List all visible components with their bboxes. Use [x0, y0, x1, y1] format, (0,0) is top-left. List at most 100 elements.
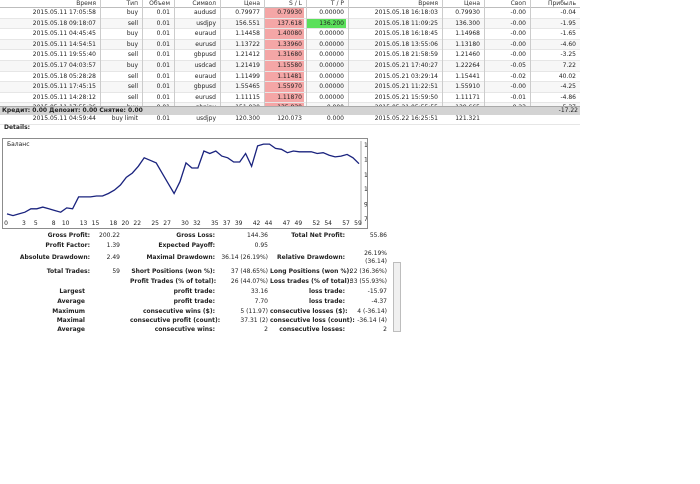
table-cell: -0.00 [510, 19, 526, 27]
table-cell: 0.79930 [455, 9, 480, 16]
maximal-label: Maximal [56, 317, 85, 324]
x-tick-label: 30 [181, 220, 189, 227]
absolute-drawdown-value: 2.49 [106, 254, 120, 261]
x-tick-label: 27 [163, 220, 171, 227]
avg-consecutive-losses-label: consecutive losses: [279, 326, 345, 333]
table-cell: usdcad [194, 61, 216, 69]
table-cell: 2015.05.11 17:45:15 [32, 83, 96, 91]
table-cell: 2015.05.18 11:09:25 [374, 19, 438, 27]
column-header[interactable]: Тип [100, 0, 140, 7]
total-trades-value: 59 [112, 268, 120, 275]
table-cell: 1.21460 [455, 51, 480, 59]
table-row[interactable]: 2015.05.18 09:18:07 sell 0.01 usdjpy 156… [0, 18, 580, 30]
table-cell: 1.15441 [455, 72, 480, 80]
chart-title: Баланс [7, 141, 30, 148]
table-cell: 1.55910 [455, 83, 480, 91]
column-header[interactable]: S / L [264, 0, 304, 7]
loss-trades-label: Loss trades (% of total): [270, 278, 352, 285]
long-positions-value: 22 (36.36%) [349, 268, 387, 275]
avg-consecutive-losses-value: 2 [383, 326, 387, 333]
table-cell: 2015.05.11 14:28:12 [32, 93, 96, 101]
table-row[interactable]: 2015.05.17 04:03:57 buy 0.01 usdcad 1.21… [0, 60, 580, 72]
table-cell: 1.55970 [264, 82, 304, 92]
average-loss-label: loss trade: [308, 298, 345, 305]
column-divider[interactable] [306, 0, 307, 106]
table-cell: 2015.05.18 16:18:45 [374, 30, 438, 38]
x-tick-label: 44 [264, 220, 273, 227]
column-header[interactable]: Объем [142, 0, 172, 7]
table-cell: 1.11870 [264, 92, 304, 103]
column-header[interactable]: Время [0, 0, 98, 7]
table-cell: usdjpy [196, 19, 216, 27]
table-cell: -0.01 [510, 93, 526, 101]
table-cell: 1.40080 [264, 29, 304, 39]
column-header[interactable]: Время [348, 0, 440, 7]
table-cell: -0.02 [510, 72, 526, 80]
table-cell: 0.00000 [319, 9, 344, 16]
column-header[interactable]: Цена [442, 0, 482, 7]
table-cell: 0.01 [156, 30, 170, 38]
table-row[interactable]: 2015.05.11 19:55:40 sell 0.01 gbpusd 1.2… [0, 50, 580, 61]
table-cell: -0.00 [510, 83, 526, 91]
x-tick-label: 5 [33, 220, 38, 227]
column-divider[interactable] [174, 0, 175, 106]
table-cell: 2015.05.11 14:54:51 [32, 40, 96, 48]
column-header[interactable]: T / P [306, 0, 346, 7]
table-cell: buy [126, 61, 138, 69]
column-header[interactable]: Символ [174, 0, 218, 7]
y-tick-label: 111 [364, 186, 367, 193]
column-header[interactable]: Своп [484, 0, 528, 7]
table-cell: 2015.05.18 13:55:06 [374, 40, 438, 48]
column-header[interactable]: Прибыль [530, 0, 578, 7]
table-cell: buy [126, 9, 138, 16]
column-header[interactable]: Цена [220, 0, 262, 7]
table-row[interactable]: 2015.05.11 17:05:58 buy 0.01 audusd 0.79… [0, 8, 580, 19]
table-row[interactable]: 2015.05.11 04:45:45 buy 0.01 euraud 1.14… [0, 29, 580, 40]
column-divider[interactable] [100, 0, 101, 106]
largest-profit-value: 33.16 [250, 288, 268, 295]
stats-scrollbar[interactable] [393, 262, 401, 332]
table-cell: sell [127, 19, 138, 27]
details-heading: Details: [4, 124, 31, 131]
short-positions-value: 37 (48.65%) [230, 268, 268, 275]
column-divider[interactable] [530, 0, 531, 106]
table-row[interactable]: 2015.05.11 14:54:51 buy 0.01 eurusd 1.13… [0, 39, 580, 51]
table-cell: buy [126, 40, 138, 48]
table-cell: 1.21412 [235, 51, 260, 59]
table-cell: -0.04 [560, 9, 576, 16]
maximal-drawdown-value: 36.14 (26.19%) [221, 254, 268, 261]
column-divider[interactable] [142, 0, 143, 106]
table-cell: 0.01 [156, 93, 170, 101]
maximum-label: Maximum [52, 308, 85, 315]
profit-factor-label: Profit Factor: [45, 242, 90, 249]
table-cell: 2015.05.11 17:05:58 [32, 9, 96, 16]
table-cell: 2015.05.17 04:03:57 [32, 61, 96, 69]
table-cell: 1.33960 [264, 39, 304, 50]
table-cell: buy [126, 30, 138, 38]
table-cell: 2015.05.11 04:59:44 [32, 114, 96, 122]
average-profit-label: profit trade: [173, 298, 215, 305]
column-divider[interactable] [264, 0, 265, 106]
table-cell: eurusd [195, 40, 216, 48]
table-header: Время Тип Объем Символ Цена S / L T / P … [0, 0, 580, 8]
x-tick-label: 25 [151, 220, 159, 227]
balance-chart-svg: 163 146 128 111 93 76 [6, 141, 367, 225]
table-row[interactable]: 2015.05.18 05:28:28 sell 0.01 euraud 1.1… [0, 71, 580, 83]
table-cell [484, 114, 528, 124]
column-divider[interactable] [484, 0, 485, 106]
table-cell: -4.25 [560, 83, 576, 91]
table-cell: 2015.05.18 21:58:59 [374, 51, 438, 59]
table-cell: 121.321 [455, 114, 480, 122]
table-row[interactable]: 2015.05.11 04:59:44 buy limit 0.01 usdjp… [0, 114, 580, 125]
avg-consecutive-wins-value: 2 [264, 326, 268, 333]
column-divider[interactable] [220, 0, 221, 106]
column-divider[interactable] [442, 0, 443, 106]
table-cell: sell [127, 93, 138, 101]
table-row[interactable]: 2015.05.11 17:45:15 sell 0.01 gbpusd 1.5… [0, 82, 580, 93]
table-cell: 0.01 [156, 83, 170, 91]
table-row[interactable]: 2015.05.11 14:28:12 sell 0.01 eurusd 1.1… [0, 92, 580, 104]
x-tick-label: 47 [282, 220, 291, 227]
table-cell: 1.21419 [235, 61, 260, 69]
maximal-consecutive-loss-value: -36.14 (4) [357, 317, 387, 324]
column-divider[interactable] [348, 0, 349, 106]
